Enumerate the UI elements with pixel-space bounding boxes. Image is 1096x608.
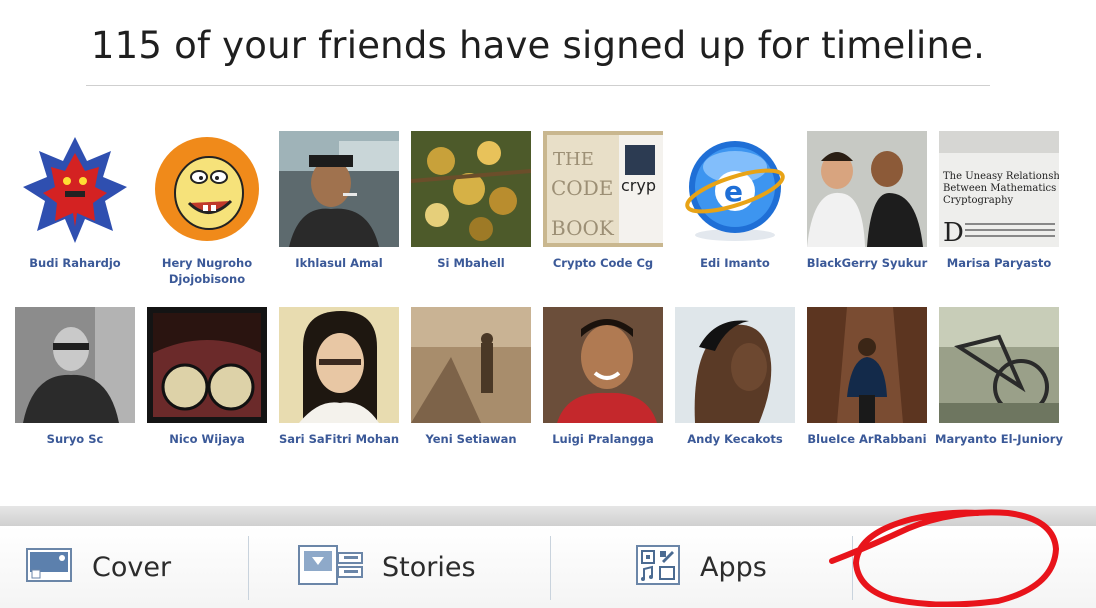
internet-explorer-icon[interactable]: e — [675, 131, 795, 247]
friend-name[interactable]: Marisa Paryasto — [933, 255, 1065, 271]
robot-avatar[interactable] — [15, 131, 135, 247]
cover-label: Cover — [92, 551, 172, 583]
svg-text:The Uneasy Relationship: The Uneasy Relationship — [943, 171, 1059, 182]
friend-name[interactable]: Si Mbahell — [405, 255, 537, 271]
friend-name[interactable]: Yeni Setiawan — [405, 431, 537, 447]
round-glasses-photo[interactable] — [147, 307, 267, 423]
stories-button[interactable]: Stories — [298, 526, 476, 608]
friend-name[interactable]: BlackGerry Syukur — [801, 255, 933, 271]
toolbar-divider — [248, 536, 249, 600]
friend-card: Sari SaFitri Mohan — [273, 307, 405, 447]
apps-label: Apps — [700, 551, 767, 583]
friend-card: BlackGerry Syukur — [801, 131, 933, 271]
svg-text:CODE: CODE — [551, 176, 613, 200]
stories-icon — [298, 545, 364, 589]
sepia-forest-photo[interactable] — [411, 307, 531, 423]
friend-card: THE CODE BOOK cryp Crypto Code Cg — [537, 131, 669, 271]
svg-text:Cryptography: Cryptography — [943, 195, 1014, 206]
friend-name[interactable]: Crypto Code Cg — [537, 255, 669, 271]
friend-card: Ikhlasul Amal — [273, 131, 405, 271]
friend-card: The Uneasy Relationship Between Mathemat… — [933, 131, 1065, 271]
man-and-child-photo[interactable] — [807, 131, 927, 247]
svg-text:THE: THE — [553, 149, 594, 170]
friend-name[interactable]: Hery Nugroho Djojobisono — [141, 255, 273, 287]
page-title: 115 of your friends have signed up for t… — [90, 24, 986, 67]
friend-name[interactable]: Sari SaFitri Mohan — [273, 431, 405, 447]
article-page-photo[interactable]: The Uneasy Relationship Between Mathemat… — [939, 131, 1059, 247]
toolbar-divider — [852, 536, 853, 600]
friend-name[interactable]: BlueIce ArRabbani — [801, 431, 933, 447]
stories-label: Stories — [382, 551, 476, 583]
friend-card: Suryo Sc — [9, 307, 141, 447]
toolbar-top-strip — [0, 506, 1096, 526]
friend-card: Nico Wijaya — [141, 307, 273, 447]
svg-text:cryp: cryp — [621, 176, 656, 195]
man-glasses-bw-photo[interactable] — [15, 307, 135, 423]
friend-card: Luigi Pralangga — [537, 307, 669, 447]
rambutan-fruit-photo[interactable] — [411, 131, 531, 247]
girl-in-cave-photo[interactable] — [807, 307, 927, 423]
cover-button[interactable]: Cover — [26, 526, 171, 608]
svg-text:D: D — [943, 218, 964, 247]
bicycle-photo[interactable] — [939, 307, 1059, 423]
friend-name[interactable]: Suryo Sc — [9, 431, 141, 447]
friend-name[interactable]: Budi Rahardjo — [9, 255, 141, 271]
friend-card: Budi Rahardjo — [9, 131, 141, 271]
friend-name[interactable]: Nico Wijaya — [141, 431, 273, 447]
cartoon-dog-avatar[interactable] — [147, 131, 267, 247]
friend-card: Hery Nugroho Djojobisono — [141, 131, 273, 287]
timeline-toolbar: Cover Stories Apps — [0, 506, 1096, 608]
friend-card: Si Mbahell — [405, 131, 537, 271]
friend-name[interactable]: Maryanto El-Juniory — [933, 431, 1065, 447]
svg-text:Between Mathematics and: Between Mathematics and — [943, 183, 1059, 194]
friend-name[interactable]: Edi Imanto — [669, 255, 801, 271]
friend-card: Maryanto El-Juniory — [933, 307, 1065, 447]
friend-name[interactable]: Luigi Pralangga — [537, 431, 669, 447]
svg-text:BOOK: BOOK — [551, 216, 615, 240]
apps-button[interactable]: Apps — [636, 526, 767, 608]
cover-photo-icon — [26, 548, 72, 586]
man-profile-photo[interactable] — [675, 307, 795, 423]
apps-icon — [636, 545, 680, 589]
man-smoking-photo[interactable] — [279, 131, 399, 247]
toolbar-divider — [550, 536, 551, 600]
woman-glasses-photo[interactable] — [279, 307, 399, 423]
friend-name[interactable]: Andy Kecakots — [669, 431, 801, 447]
friend-card: BlueIce ArRabbani — [801, 307, 933, 447]
code-book-photo[interactable]: THE CODE BOOK cryp — [543, 131, 663, 247]
friend-card: Andy Kecakots — [669, 307, 801, 447]
title-divider — [86, 85, 990, 86]
smiling-man-photo[interactable] — [543, 307, 663, 423]
friend-card: Yeni Setiawan — [405, 307, 537, 447]
friend-card: e Edi Imanto — [669, 131, 801, 271]
friend-name[interactable]: Ikhlasul Amal — [273, 255, 405, 271]
